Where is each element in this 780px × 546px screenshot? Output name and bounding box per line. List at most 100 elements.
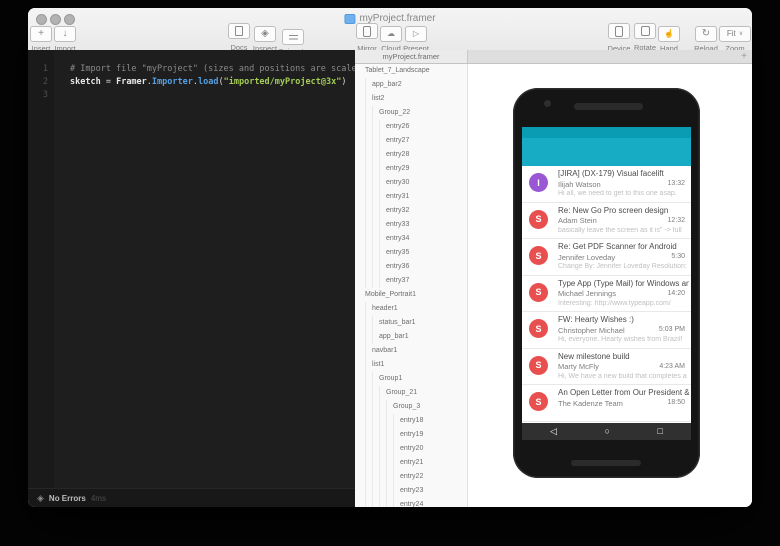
- indent-guide: [372, 484, 379, 498]
- zoom-control[interactable]: Fit ∨ Zoom: [711, 23, 752, 53]
- framer-studio-window: myProject.framer + Insert ↓ Import Docs …: [28, 8, 752, 507]
- email-list-item[interactable]: S New milestone build Marty McFly 4:23 A…: [522, 349, 691, 386]
- mail-app-bar: [522, 138, 691, 166]
- recents-icon[interactable]: □: [658, 427, 663, 436]
- indent-guide: [379, 428, 386, 442]
- layer-row[interactable]: app_bar1: [355, 330, 467, 344]
- indent-guide: [393, 498, 400, 507]
- layer-row[interactable]: app_bar2: [355, 78, 467, 92]
- indent-guide: [372, 316, 379, 330]
- indent-guide: [365, 176, 372, 190]
- zoom-value: Fit: [727, 29, 736, 38]
- indent-guide: [379, 498, 386, 507]
- indent-guide: [386, 498, 393, 507]
- email-list-item[interactable]: S FW: Hearty Wishes :) Christopher Micha…: [522, 312, 691, 349]
- layer-label: entry22: [400, 470, 423, 484]
- indent-guide: [379, 232, 386, 246]
- layer-row[interactable]: Group_21: [355, 386, 467, 400]
- email-list-item[interactable]: S An Open Letter from Our President & CE…: [522, 385, 691, 422]
- arrow-down-icon: ↓: [63, 29, 68, 39]
- code-editor[interactable]: 1 2 3 # Import file "myProject" (sizes a…: [28, 50, 355, 488]
- email-list-item[interactable]: S Type App (Type Mail) for Windows and M…: [522, 276, 691, 313]
- code-token: Framer: [116, 77, 147, 87]
- code-token: Importer: [152, 77, 193, 87]
- layer-row[interactable]: entry34: [355, 232, 467, 246]
- layer-row[interactable]: header1: [355, 302, 467, 316]
- layer-row[interactable]: entry37: [355, 274, 467, 288]
- indent-guide: [372, 204, 379, 218]
- layer-row[interactable]: list1: [355, 358, 467, 372]
- layer-label: entry35: [386, 246, 409, 260]
- layer-row[interactable]: Group_3: [355, 400, 467, 414]
- layer-row[interactable]: entry31: [355, 190, 467, 204]
- project-file-icon: [344, 14, 355, 24]
- layer-row[interactable]: list2: [355, 92, 467, 106]
- indent-guide: [365, 162, 372, 176]
- layer-row[interactable]: entry21: [355, 456, 467, 470]
- layer-row[interactable]: entry19: [355, 428, 467, 442]
- indent-guide: [365, 358, 372, 372]
- tab-myproject[interactable]: myProject.framer: [355, 50, 468, 63]
- email-list-item[interactable]: S Re: New Go Pro screen design Adam Stei…: [522, 203, 691, 240]
- sender-avatar: S: [529, 246, 548, 265]
- layer-row[interactable]: entry29: [355, 162, 467, 176]
- layer-label: Mobile_Portrait1: [365, 288, 416, 302]
- layer-row[interactable]: entry20: [355, 442, 467, 456]
- no-errors-status: No Errors: [49, 494, 86, 503]
- email-subject: [JIRA] (DX-179) Visual facelift: [558, 169, 689, 178]
- layer-row[interactable]: Group1: [355, 372, 467, 386]
- indent-guide: [386, 428, 393, 442]
- layer-row[interactable]: entry18: [355, 414, 467, 428]
- indent-guide: [379, 484, 386, 498]
- home-icon[interactable]: ○: [605, 427, 610, 436]
- indent-guide: [393, 470, 400, 484]
- indent-guide: [365, 134, 372, 148]
- layer-row[interactable]: entry28: [355, 148, 467, 162]
- android-nav-bar: ◁ ○ □: [522, 423, 691, 440]
- layer-row[interactable]: entry36: [355, 260, 467, 274]
- layer-row[interactable]: status_bar1: [355, 316, 467, 330]
- layer-row[interactable]: entry30: [355, 176, 467, 190]
- email-subject: An Open Letter from Our President & CEO: [558, 388, 689, 397]
- layer-row[interactable]: entry24: [355, 498, 467, 507]
- indent-guide: [372, 246, 379, 260]
- preview-canvas[interactable]: I [JIRA] (DX-179) Visual facelift Ilijah…: [468, 64, 752, 507]
- back-icon[interactable]: ◁: [550, 427, 557, 436]
- indent-guide: [379, 148, 386, 162]
- indent-guide: [393, 484, 400, 498]
- layer-row[interactable]: Mobile_Portrait1: [355, 288, 467, 302]
- layer-row[interactable]: entry22: [355, 470, 467, 484]
- indent-guide: [372, 414, 379, 428]
- indent-guide: [372, 330, 379, 344]
- layer-row[interactable]: entry26: [355, 120, 467, 134]
- indent-guide: [372, 232, 379, 246]
- email-list-item[interactable]: I [JIRA] (DX-179) Visual facelift Ilijah…: [522, 166, 691, 203]
- layer-label: entry21: [400, 456, 423, 470]
- import-button[interactable]: ↓ Import: [43, 23, 87, 53]
- email-sender: Christopher Michael: [558, 326, 657, 335]
- layer-row[interactable]: Tablet_7_Landscape: [355, 64, 467, 78]
- layer-row[interactable]: navbar1: [355, 344, 467, 358]
- layer-row[interactable]: entry32: [355, 204, 467, 218]
- device-icon: [615, 26, 623, 37]
- layer-row[interactable]: entry35: [355, 246, 467, 260]
- present-button[interactable]: ▷ Present: [394, 23, 438, 53]
- indent-guide: [386, 414, 393, 428]
- email-subject: FW: Hearty Wishes :): [558, 315, 689, 324]
- layer-row[interactable]: entry33: [355, 218, 467, 232]
- indent-guide: [379, 218, 386, 232]
- layer-label: entry27: [386, 134, 409, 148]
- layer-row[interactable]: entry23: [355, 484, 467, 498]
- layer-row[interactable]: entry27: [355, 134, 467, 148]
- add-tab-button[interactable]: +: [741, 50, 747, 63]
- hand-icon: ☝: [664, 29, 674, 39]
- compile-time: 4ms: [91, 494, 106, 503]
- indent-guide: [386, 484, 393, 498]
- indent-guide: [372, 428, 379, 442]
- indent-guide: [365, 232, 372, 246]
- layer-row[interactable]: Group_22: [355, 106, 467, 120]
- indent-guide: [365, 260, 372, 274]
- email-sender: Jennifer Loveday: [558, 253, 657, 262]
- email-list-item[interactable]: S Re: Get PDF Scanner for Android Jennif…: [522, 239, 691, 276]
- indent-guide: [379, 176, 386, 190]
